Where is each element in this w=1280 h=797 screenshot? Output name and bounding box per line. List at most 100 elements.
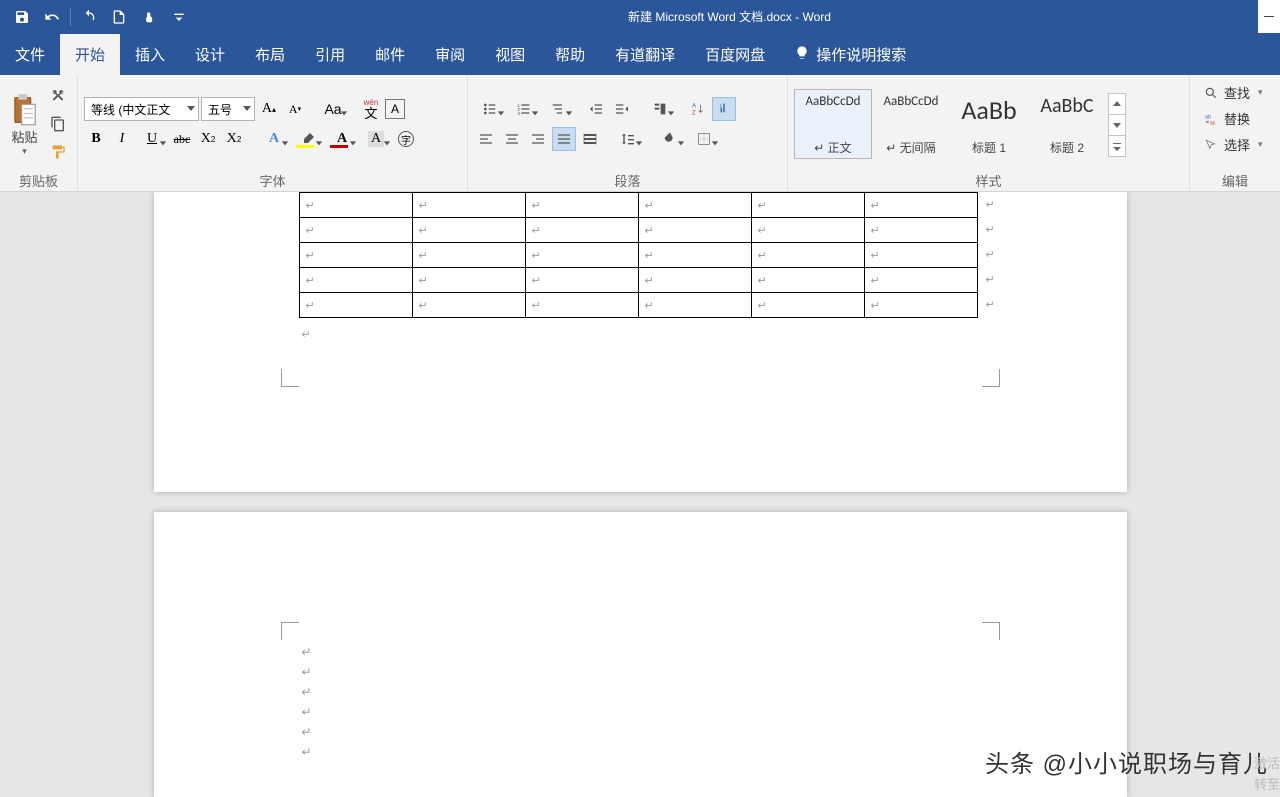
tab-baidu[interactable]: 百度网盘: [690, 34, 780, 75]
new-button[interactable]: [105, 3, 133, 31]
show-marks-button[interactable]: [712, 97, 736, 121]
document-area[interactable]: ↵ ↵ ↵ ↵ ↵ ↵ ↵↵↵ ↵↵↵: [0, 192, 1280, 797]
tab-view[interactable]: 视图: [480, 34, 540, 75]
asian-layout-button[interactable]: [644, 97, 676, 121]
tab-insert[interactable]: 插入: [120, 34, 180, 75]
style-heading2[interactable]: AaBbC 标题 2: [1028, 89, 1106, 159]
svg-text:ac: ac: [1210, 120, 1216, 126]
trail-mark: ↵: [986, 223, 995, 236]
align-right-button[interactable]: [526, 127, 550, 151]
select-button[interactable]: 选择▾: [1200, 133, 1267, 156]
distributed-button[interactable]: [578, 127, 602, 151]
superscript-button[interactable]: X2: [222, 127, 246, 151]
ribbon-tabs: 文件 开始 插入 设计 布局 引用 邮件 审阅 视图 帮助 有道翻译 百度网盘 …: [0, 33, 1280, 75]
font-name-combo[interactable]: 等线 (中文正文: [84, 97, 199, 121]
grow-font-button[interactable]: A▴: [257, 97, 281, 121]
highlight-button[interactable]: [292, 127, 324, 151]
page-2[interactable]: ↵↵↵ ↵↵↵: [154, 512, 1127, 797]
gallery-up-button[interactable]: [1108, 93, 1126, 115]
italic-button[interactable]: I: [110, 127, 134, 151]
table-row: [299, 218, 977, 243]
enclose-characters-button[interactable]: 字: [394, 127, 418, 151]
font-size-combo[interactable]: 五号: [201, 97, 255, 121]
qat-separator: [70, 8, 71, 26]
style-nospacing[interactable]: AaBbCcDd ↵ 无间隔: [872, 89, 950, 159]
line-spacing-button[interactable]: [612, 127, 644, 151]
align-left-button[interactable]: [474, 127, 498, 151]
paste-label: 粘贴: [8, 127, 41, 146]
tab-layout[interactable]: 布局: [240, 34, 300, 75]
style-normal[interactable]: AaBbCcDd ↵ 正文: [794, 89, 872, 159]
phonetic-guide-button[interactable]: wén文: [359, 97, 383, 121]
tab-file[interactable]: 文件: [0, 34, 60, 75]
tab-review[interactable]: 审阅: [420, 34, 480, 75]
styles-gallery-scroll: [1108, 87, 1126, 161]
undo-button[interactable]: [38, 3, 66, 31]
tab-youdao[interactable]: 有道翻译: [600, 34, 690, 75]
change-case-button[interactable]: Aa: [317, 97, 349, 121]
tab-references[interactable]: 引用: [300, 34, 360, 75]
margin-corner-tl: [281, 622, 299, 640]
trail-mark: ↵: [986, 248, 995, 261]
group-paragraph: 123 AZ: [468, 75, 788, 191]
svg-text:A: A: [692, 104, 696, 110]
ribbon: 粘贴 ▾ 剪贴板 等线 (中文正文 五号 A▴ A▾ Aa: [0, 75, 1280, 192]
replace-button[interactable]: abac替换: [1200, 107, 1267, 130]
bold-button[interactable]: B: [84, 127, 108, 151]
gallery-more-button[interactable]: [1108, 135, 1126, 157]
character-shading-button[interactable]: A: [360, 127, 392, 151]
clipboard-icon: [11, 93, 39, 127]
justify-button[interactable]: [552, 127, 576, 151]
redo-button[interactable]: [75, 3, 103, 31]
document-table[interactable]: [299, 192, 978, 318]
save-button[interactable]: [8, 3, 36, 31]
subscript-button[interactable]: X2: [196, 127, 220, 151]
paste-button[interactable]: 粘贴 ▾: [6, 89, 43, 159]
decrease-indent-button[interactable]: [584, 97, 608, 121]
text-effects-button[interactable]: A: [258, 127, 290, 151]
sort-button[interactable]: AZ: [686, 97, 710, 121]
find-button[interactable]: 查找▾: [1200, 81, 1267, 104]
font-color-button[interactable]: A: [326, 127, 358, 151]
increase-indent-button[interactable]: [610, 97, 634, 121]
strikethrough-button[interactable]: abc: [170, 127, 194, 151]
window-button[interactable]: [1258, 0, 1280, 33]
tab-mail[interactable]: 邮件: [360, 34, 420, 75]
table-row: [299, 293, 977, 318]
bullets-button[interactable]: [474, 97, 506, 121]
style-heading1[interactable]: AaBb 标题 1: [950, 89, 1028, 159]
shrink-font-button[interactable]: A▾: [283, 97, 307, 121]
svg-text:ab: ab: [1205, 114, 1211, 120]
margin-corner-br: [982, 369, 1000, 387]
margin-corner-bl: [281, 369, 299, 387]
tab-design[interactable]: 设计: [180, 34, 240, 75]
page-1[interactable]: ↵ ↵ ↵ ↵ ↵ ↵: [154, 192, 1127, 492]
character-border-button[interactable]: A: [385, 99, 405, 119]
borders-button[interactable]: [688, 127, 720, 151]
table-row: [299, 193, 977, 218]
shading-button[interactable]: [654, 127, 686, 151]
gallery-down-button[interactable]: [1108, 114, 1126, 136]
multilevel-list-button[interactable]: [542, 97, 574, 121]
table-row: [299, 268, 977, 293]
activation-hint: 激活 转至: [1254, 753, 1280, 793]
numbering-button[interactable]: 123: [508, 97, 540, 121]
tab-help[interactable]: 帮助: [540, 34, 600, 75]
group-font: 等线 (中文正文 五号 A▴ A▾ Aa wén文 A B I U abc X2: [78, 75, 468, 191]
tab-home[interactable]: 开始: [60, 34, 120, 75]
tell-me[interactable]: 操作说明搜索: [780, 34, 920, 75]
cut-button[interactable]: [45, 85, 71, 107]
qat-customize-button[interactable]: [165, 3, 193, 31]
trail-mark: ↵: [986, 198, 995, 211]
touch-mode-button[interactable]: [135, 3, 163, 31]
underline-button[interactable]: U: [136, 127, 168, 151]
group-clipboard: 粘贴 ▾ 剪贴板: [0, 75, 78, 191]
paragraph-mark: ↵: [302, 328, 311, 341]
trail-mark: ↵: [986, 298, 995, 311]
copy-button[interactable]: [45, 113, 71, 135]
bulb-icon: [794, 45, 810, 65]
group-label-editing: 编辑: [1196, 171, 1274, 189]
group-editing: 查找▾ abac替换 选择▾ 编辑: [1190, 75, 1280, 191]
format-painter-button[interactable]: [45, 141, 71, 163]
align-center-button[interactable]: [500, 127, 524, 151]
